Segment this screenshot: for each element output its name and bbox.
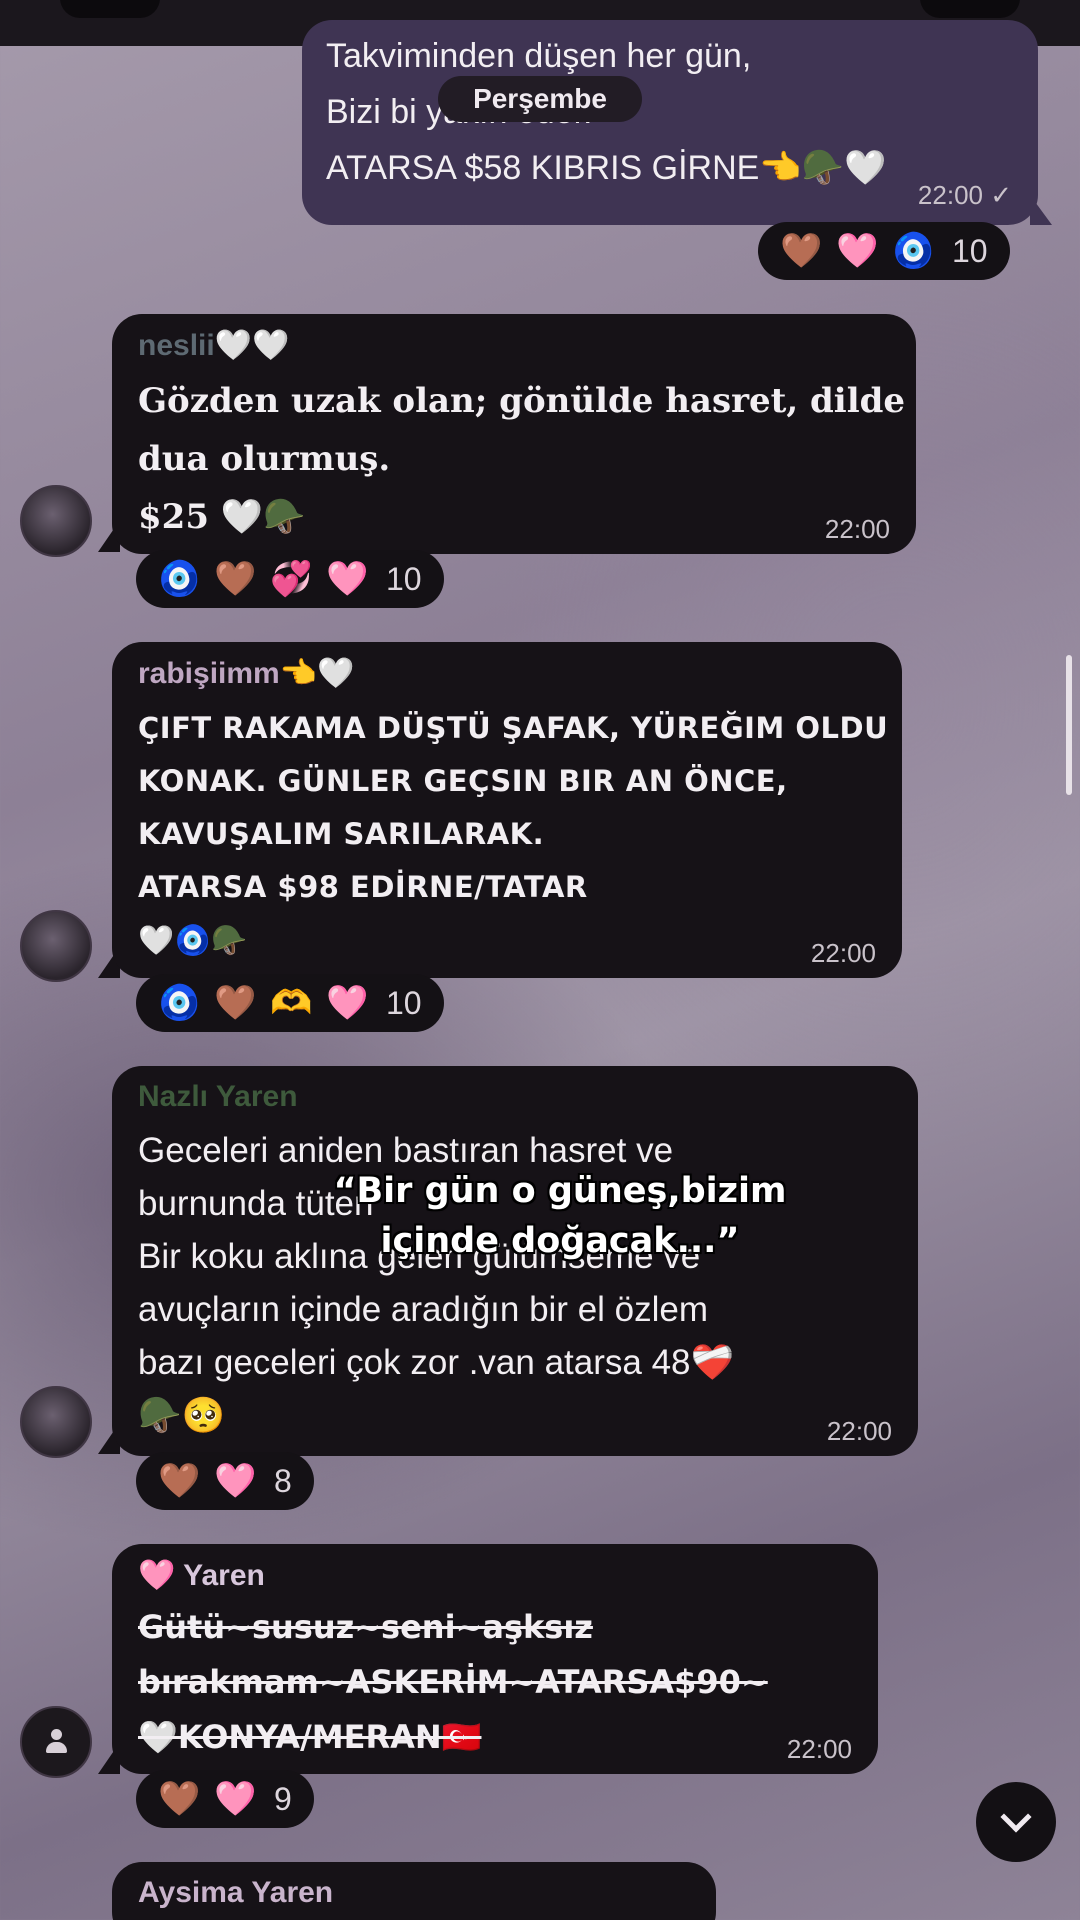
reaction-emoji[interactable]: 🤎	[214, 559, 256, 599]
reaction-emoji[interactable]: 🧿	[892, 231, 934, 271]
reaction-bar[interactable]: 🤎 🩷 8	[136, 1452, 314, 1510]
reaction-emoji[interactable]: 🤎	[780, 231, 822, 271]
incoming-message[interactable]: Aysima Yaren	[112, 1862, 716, 1920]
reaction-bar[interactable]: 🧿 🤎 🫶 🩷 10	[136, 974, 444, 1032]
avatar[interactable]	[20, 1386, 92, 1458]
sender-name[interactable]: 🩷 Yaren	[138, 1558, 265, 1593]
overlay-caption: “Bir gün o güneş,bizim içinde doğacak...…	[333, 1171, 787, 1261]
reaction-bar[interactable]: 🤎 🩷 🧿 10	[758, 222, 1010, 280]
reaction-emoji[interactable]: 🧿	[158, 983, 200, 1023]
message-time: 22:00 ✓	[917, 180, 1012, 210]
message-time: 22:00	[824, 514, 890, 544]
reaction-count: 10	[386, 560, 422, 597]
reaction-count: 10	[952, 232, 988, 269]
sender-name[interactable]: Nazlı Yaren	[138, 1080, 298, 1114]
date-separator: Perşembe	[438, 76, 642, 122]
scroll-down-button[interactable]	[976, 1782, 1056, 1862]
avatar[interactable]	[20, 1706, 92, 1778]
message-text: Gözden uzak olan; gönülde hasret, dilde …	[138, 381, 906, 537]
message-text: Gütü~susuz~seni~aşksız bırakmam~ASKERİM~…	[138, 1608, 768, 1756]
reaction-emoji[interactable]: 🤎	[158, 1779, 200, 1819]
sender-name[interactable]: rabişiimm👈🤍	[138, 656, 354, 691]
incoming-message[interactable]: neslii🤍🤍 Gözden uzak olan; gönülde hasre…	[112, 314, 916, 554]
reaction-emoji[interactable]: 🤎	[158, 1461, 200, 1501]
chevron-down-icon	[1000, 1801, 1032, 1833]
reaction-emoji[interactable]: 🩷	[214, 1779, 256, 1819]
avatar[interactable]	[20, 910, 92, 982]
message-time: 22:00	[786, 1734, 852, 1764]
reaction-emoji[interactable]: 🩷	[326, 559, 368, 599]
reaction-emoji[interactable]: 🧿	[158, 559, 200, 599]
sender-name[interactable]: neslii🤍🤍	[138, 328, 289, 363]
incoming-message[interactable]: 🩷 Yaren Gütü~susuz~seni~aşksız bırakmam~…	[112, 1544, 878, 1774]
outgoing-message[interactable]: Takviminden düşen her gün, Bizi bi yakın…	[302, 20, 1038, 225]
avatar[interactable]	[20, 485, 92, 557]
reaction-emoji[interactable]: 🩷	[836, 231, 878, 271]
reaction-emoji[interactable]: 💞	[270, 559, 312, 599]
reaction-bar[interactable]: 🤎 🩷 9	[136, 1770, 314, 1828]
message-text: ÇIFT RAKAMA DÜŞTÜ ŞAFAK, YÜREĞIM OLDU KO…	[138, 711, 889, 957]
sender-name[interactable]: Aysima Yaren	[138, 1876, 333, 1910]
person-icon	[43, 1729, 69, 1755]
message-time: 22:00	[826, 1416, 892, 1446]
reaction-emoji[interactable]: 🤎	[214, 983, 256, 1023]
reaction-count: 10	[386, 984, 422, 1021]
reaction-emoji[interactable]: 🩷	[326, 983, 368, 1023]
reaction-emoji[interactable]: 🩷	[214, 1461, 256, 1501]
reaction-bar[interactable]: 🧿 🤎 💞 🩷 10	[136, 550, 444, 608]
header-menu-edge[interactable]	[920, 0, 1020, 18]
reaction-emoji[interactable]: 🫶	[270, 983, 312, 1023]
bubble-tail	[1030, 195, 1052, 225]
incoming-message[interactable]: rabişiimm👈🤍 ÇIFT RAKAMA DÜŞTÜ ŞAFAK, YÜR…	[112, 642, 902, 978]
reaction-count: 9	[274, 1780, 292, 1817]
scrollbar[interactable]	[1066, 655, 1072, 795]
reaction-count: 8	[274, 1462, 292, 1499]
header-avatar-edge[interactable]	[60, 0, 160, 18]
message-time: 22:00	[810, 938, 876, 968]
